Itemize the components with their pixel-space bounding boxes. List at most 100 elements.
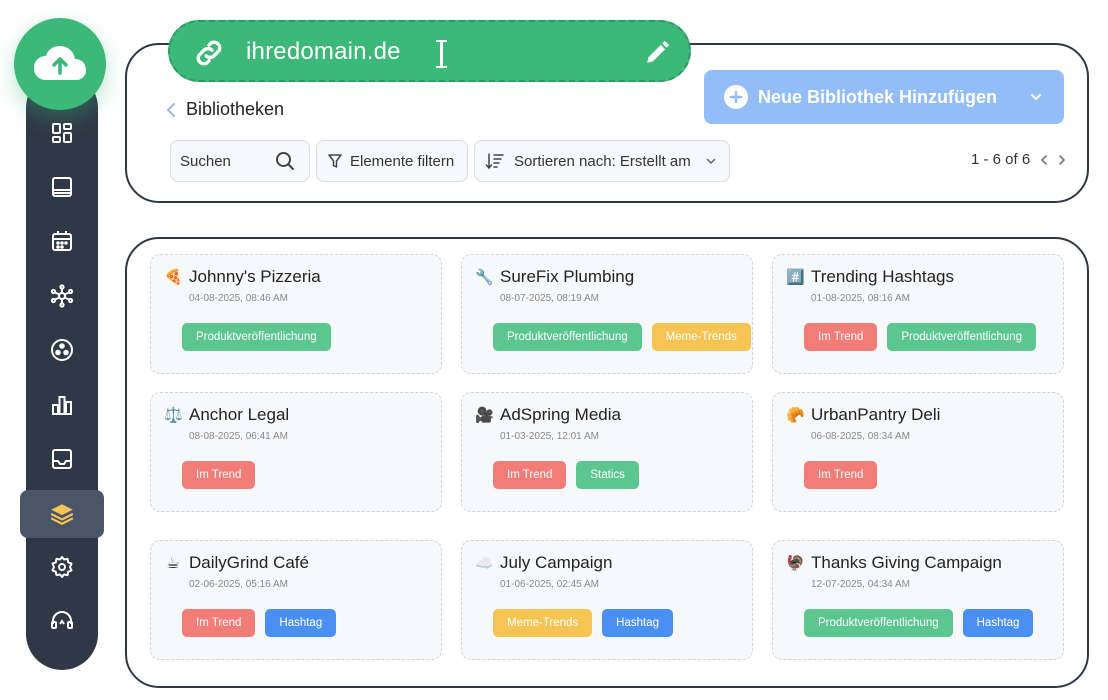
library-date: 01-08-2025, 08:16 AM <box>811 293 910 304</box>
library-icon <box>50 504 74 525</box>
dashboard-icon <box>52 123 72 143</box>
library-emoji-icon: 🍕 <box>164 269 183 286</box>
library-emoji-icon: 🥐 <box>786 407 805 424</box>
library-emoji-icon: #️⃣ <box>786 269 805 286</box>
support-icon <box>51 611 73 629</box>
library-date: 06-08-2025, 08:34 AM <box>811 431 910 442</box>
library-date: 02-06-2025, 05:16 AM <box>189 579 288 590</box>
library-tags: Produktveröffentlichung Hashtag <box>804 609 1034 637</box>
library-title: SureFix Plumbing <box>500 267 635 286</box>
tag-badge[interactable]: Produktveröffentlichung <box>493 323 642 351</box>
library-tags: Im Trend <box>804 461 878 489</box>
domain-text: ihredomain.de <box>246 38 401 65</box>
library-tags: Im Trend <box>182 461 256 489</box>
library-date: 12-07-2025, 04:34 AM <box>811 579 910 590</box>
library-card[interactable]: 🎥 AdSpring Media 01-03-2025, 12:01 AM Im… <box>461 392 753 512</box>
chevron-down-icon <box>1031 94 1041 101</box>
library-card[interactable]: #️⃣ Trending Hashtags 01-08-2025, 08:16 … <box>772 254 1064 374</box>
chevron-right-icon[interactable] <box>1058 154 1066 166</box>
search-input[interactable]: Suchen <box>170 140 310 182</box>
upload-button[interactable] <box>14 18 106 110</box>
tag-badge[interactable]: Produktveröffentlichung <box>887 323 1037 351</box>
tag-badge[interactable]: Im Trend <box>804 461 878 489</box>
library-date: 01-06-2025, 02:45 AM <box>500 579 599 590</box>
library-title: DailyGrind Café <box>189 553 309 572</box>
tag-badge[interactable]: Hashtag <box>602 609 673 637</box>
library-emoji-icon: ⚖️ <box>164 407 183 424</box>
tag-badge[interactable]: Hashtag <box>265 609 337 637</box>
sort-dropdown[interactable]: Sortieren nach: Erstellt am <box>474 140 730 182</box>
library-tags: Produktveröffentlichung <box>182 323 331 351</box>
tag-badge[interactable]: Im Trend <box>493 461 567 489</box>
library-title: UrbanPantry Deli <box>811 405 941 424</box>
tag-badge[interactable]: Im Trend <box>182 609 256 637</box>
sidebar-item-community[interactable] <box>46 334 78 366</box>
tag-badge[interactable]: Hashtag <box>962 609 1034 637</box>
tag-badge[interactable]: Produktveröffentlichung <box>804 609 953 637</box>
sidebar-item-network[interactable] <box>46 280 78 312</box>
tag-badge[interactable]: Statics <box>576 461 639 489</box>
library-tags: Produktveröffentlichung Meme-Trends <box>493 323 751 351</box>
library-title: July Campaign <box>500 553 613 572</box>
library-card[interactable]: 🔧 SureFix Plumbing 08-07-2025, 08:19 AM … <box>461 254 753 374</box>
filter-icon <box>328 154 342 168</box>
community-icon <box>51 339 73 361</box>
sidebar-item-support[interactable] <box>46 605 78 637</box>
breadcrumb-label: Bibliotheken <box>186 99 285 119</box>
tag-badge[interactable]: Produktveröffentlichung <box>182 323 331 351</box>
domain-field[interactable]: ihredomain.de <box>168 20 691 82</box>
library-emoji-icon: 🎥 <box>475 407 494 424</box>
pagination-label: 1 - 6 of 6 <box>971 151 1031 168</box>
sort-icon <box>485 153 504 170</box>
library-emoji-icon: 🔧 <box>475 269 494 286</box>
search-placeholder: Suchen <box>180 152 231 170</box>
add-library-label: Neue Bibliothek Hinzufügen <box>758 86 998 107</box>
add-library-button[interactable]: Neue Bibliothek Hinzufügen <box>704 70 1064 124</box>
tag-badge[interactable]: Im Trend <box>182 461 256 489</box>
sidebar-item-book[interactable] <box>46 171 78 203</box>
sidebar-item-inbox[interactable] <box>46 443 78 475</box>
tag-badge[interactable]: Meme-Trends <box>493 609 593 637</box>
sidebar-item-library[interactable] <box>46 498 78 530</box>
search-icon <box>276 152 294 170</box>
link-icon <box>196 40 222 66</box>
library-card[interactable]: 🥐 UrbanPantry Deli 06-08-2025, 08:34 AM … <box>772 392 1064 512</box>
tag-badge[interactable]: Im Trend <box>804 323 878 351</box>
library-emoji-icon: ☁️ <box>475 555 494 572</box>
library-emoji-icon: 🦃 <box>786 555 805 572</box>
cloud-upload-icon <box>34 46 86 80</box>
sidebar-item-settings[interactable] <box>46 551 78 583</box>
library-emoji-icon: ☕ <box>166 555 180 572</box>
library-tags: Im Trend Hashtag <box>182 609 337 637</box>
filter-label: Elemente filtern <box>350 152 455 170</box>
library-card[interactable]: ☕ DailyGrind Café 02-06-2025, 05:16 AM I… <box>150 540 442 660</box>
pencil-icon[interactable] <box>644 40 670 66</box>
sidebar-item-dashboard[interactable] <box>46 117 78 149</box>
network-icon <box>50 284 74 308</box>
sidebar-item-analytics[interactable] <box>46 389 78 421</box>
library-card[interactable]: 🍕 Johnny's Pizzeria 04-08-2025, 08:46 AM… <box>150 254 442 374</box>
library-date: 04-08-2025, 08:46 AM <box>189 293 288 304</box>
gear-icon <box>51 556 73 578</box>
plus-icon <box>724 85 748 109</box>
library-title: Anchor Legal <box>189 405 290 424</box>
text-cursor-icon <box>436 40 447 68</box>
chevron-left-icon[interactable] <box>166 102 176 118</box>
library-title: Thanks Giving Campaign <box>811 553 1002 572</box>
calendar-icon <box>52 231 72 251</box>
sort-label: Sortieren nach: Erstellt am <box>514 152 691 170</box>
breadcrumb[interactable]: Bibliotheken <box>166 99 284 120</box>
chevron-down-icon <box>706 158 715 164</box>
library-title: AdSpring Media <box>500 405 621 424</box>
library-tags: Meme-Trends Hashtag <box>493 609 673 637</box>
chevron-left-icon[interactable] <box>1040 154 1048 166</box>
tag-badge[interactable]: Meme-Trends <box>651 323 751 351</box>
library-title: Johnny's Pizzeria <box>189 267 321 286</box>
filter-button[interactable]: Elemente filtern <box>316 140 468 182</box>
sidebar-item-calendar[interactable] <box>46 225 78 257</box>
library-card[interactable]: ☁️ July Campaign 01-06-2025, 02:45 AM Me… <box>461 540 753 660</box>
library-date: 08-08-2025, 06:41 AM <box>189 431 288 442</box>
library-card[interactable]: ⚖️ Anchor Legal 08-08-2025, 06:41 AM Im … <box>150 392 442 512</box>
pagination: 1 - 6 of 6 <box>971 151 1066 168</box>
library-card[interactable]: 🦃 Thanks Giving Campaign 12-07-2025, 04:… <box>772 540 1064 660</box>
